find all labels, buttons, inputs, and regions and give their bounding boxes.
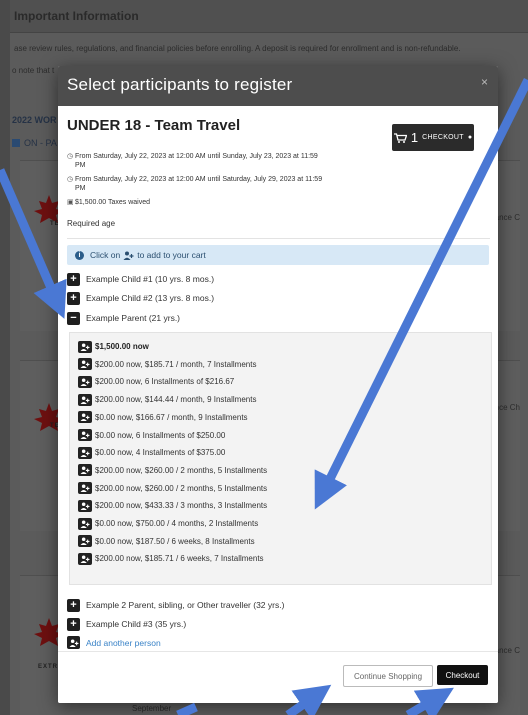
add-user-icon[interactable] <box>78 499 92 512</box>
date-range-1: ◷ From Saturday, July 22, 2023 at 12:00 A… <box>67 152 337 170</box>
participant-row[interactable]: + Example Child #1 (10 yrs. 8 mos.) <box>67 272 214 286</box>
background-tab: ON - PA <box>12 138 57 148</box>
background-year-label: 2022 WOR <box>12 115 57 125</box>
modal-title: Select participants to register <box>67 75 293 94</box>
participant-row[interactable]: + Example Child #2 (13 yrs. 8 mos.) <box>67 291 214 305</box>
taxes-text: $1,500.00 Taxes waived <box>75 199 150 206</box>
background-footer-text: September <box>132 704 172 713</box>
installment-label: $0.00 now, $166.67 / month, 9 Installmen… <box>95 412 248 422</box>
money-icon: ▣ <box>67 199 74 206</box>
modal-body: UNDER 18 - Team Travel 1 CHECKOUT ● ◷ Fro… <box>58 106 498 652</box>
continue-shopping-button[interactable]: Continue Shopping <box>343 665 433 687</box>
expand-icon[interactable]: + <box>67 291 80 305</box>
expand-icon[interactable]: + <box>67 617 80 631</box>
participant-label: Example Child #2 (13 yrs. 8 mos.) <box>86 293 215 303</box>
collapse-icon[interactable]: − <box>67 311 80 325</box>
cart-checkout-button[interactable]: 1 CHECKOUT ● <box>392 124 474 151</box>
add-user-icon[interactable] <box>78 482 92 495</box>
installment-label: $1,500.00 now <box>95 342 149 351</box>
hint-prefix: Click on <box>90 250 121 260</box>
hint-bar: i Click on to add to your cart <box>67 245 489 265</box>
hint-suffix: to add to your cart <box>137 250 206 260</box>
required-age: Required age <box>67 219 116 228</box>
participant-label: Example Child #3 (35 yrs.) <box>86 619 187 629</box>
installment-option[interactable]: $0.00 now, $187.50 / 6 weeks, 8 Installm… <box>78 535 255 548</box>
installment-label: $200.00 now, $433.33 / 3 months, 3 Insta… <box>95 501 268 511</box>
background-header-title: Important Information <box>14 9 139 23</box>
add-user-icon[interactable] <box>78 375 92 388</box>
installment-label: $200.00 now, $260.00 / 2 months, 5 Insta… <box>95 465 268 475</box>
installment-option[interactable]: $200.00 now, $433.33 / 3 months, 3 Insta… <box>78 499 267 512</box>
installment-label: $0.00 now, 6 Installments of $250.00 <box>95 430 226 440</box>
add-user-icon[interactable] <box>78 535 92 548</box>
add-user-icon[interactable] <box>78 552 92 565</box>
add-user-icon[interactable] <box>78 429 92 441</box>
taxes-row: ▣$1,500.00 Taxes waived <box>67 198 337 207</box>
info-icon: i <box>75 250 84 260</box>
add-user-icon[interactable] <box>78 358 92 371</box>
participant-row[interactable]: + Example 2 Parent, sibling, or Other tr… <box>67 598 284 612</box>
participant-label: Example Parent (21 yrs.) <box>86 313 181 323</box>
register-modal: Select participants to register × UNDER … <box>58 66 498 703</box>
date-range-text: From Saturday, July 22, 2023 at 12:00 AM… <box>75 153 318 169</box>
participant-label: Example Child #1 (10 yrs. 8 mos.) <box>86 274 215 284</box>
cart-count: 1 <box>410 130 419 145</box>
expand-icon[interactable]: + <box>67 272 80 286</box>
close-button[interactable]: × <box>481 75 488 89</box>
event-title: UNDER 18 - Team Travel <box>67 117 241 134</box>
date-range-text: From Saturday, July 22, 2023 at 12:00 AM… <box>75 176 323 192</box>
checkout-label: CHECKOUT <box>422 134 464 141</box>
modal-footer: Continue Shopping Checkout <box>58 651 498 703</box>
add-user-icon[interactable] <box>78 393 92 406</box>
installment-option[interactable]: $200.00 now, 6 Installments of $216.67 <box>78 375 234 388</box>
expand-icon[interactable]: + <box>67 598 80 612</box>
installment-label: $200.00 now, $144.44 / month, 9 Installm… <box>95 395 257 405</box>
add-user-icon[interactable] <box>78 517 92 530</box>
installment-option[interactable]: $0.00 now, 6 Installments of $250.00 <box>78 429 225 442</box>
arrow-circle-icon: ● <box>467 134 473 141</box>
background-header: Important Information <box>10 0 528 33</box>
installment-label: $0.00 now, 4 Installments of $375.00 <box>95 448 226 458</box>
add-user-icon[interactable] <box>78 446 92 459</box>
installment-option[interactable]: $0.00 now, $166.67 / month, 9 Installmen… <box>78 411 248 424</box>
add-another-person-link[interactable]: Add another person <box>67 636 161 649</box>
installment-option[interactable]: $200.00 now, $185.71 / month, 7 Installm… <box>78 358 256 371</box>
installment-option[interactable]: $200.00 now, $144.44 / month, 9 Installm… <box>78 393 256 406</box>
installment-options-panel: $1,500.00 now $200.00 now, $185.71 / mont… <box>69 332 492 585</box>
cart-icon <box>393 132 407 143</box>
add-another-label: Add another person <box>86 637 161 648</box>
modal-header: Select participants to register × <box>58 66 498 106</box>
installment-option[interactable]: $200.00 now, $260.00 / 2 months, 5 Insta… <box>78 464 267 477</box>
background-policy-text: ase review rules, regulations, and finan… <box>14 44 461 53</box>
participant-row-expanded[interactable]: − Example Parent (21 yrs.) <box>67 311 180 325</box>
checkout-button[interactable]: Checkout <box>437 665 488 685</box>
clock-icon: ◷ <box>67 176 74 183</box>
installment-label: $0.00 now, $750.00 / 4 months, 2 Install… <box>95 519 259 528</box>
background-logo-text: EXTR <box>38 664 59 670</box>
installment-option[interactable]: $1,500.00 now <box>78 340 149 353</box>
participant-label: Example 2 Parent, sibling, or Other trav… <box>86 600 285 610</box>
installment-option[interactable]: $0.00 now, 4 Installments of $375.00 <box>78 446 225 459</box>
installment-option[interactable]: $0.00 now, $750.00 / 4 months, 2 Install… <box>78 517 258 530</box>
installment-label: $200.00 now, 6 Installments of $216.67 <box>95 377 235 387</box>
installment-option[interactable]: $200.00 now, $260.00 / 2 months, 5 Insta… <box>78 482 267 495</box>
divider <box>67 238 490 239</box>
participant-row[interactable]: + Example Child #3 (35 yrs.) <box>67 617 186 631</box>
add-user-icon <box>67 636 80 649</box>
add-user-icon[interactable] <box>78 464 92 477</box>
installment-label: $200.00 now, $185.71 / 6 weeks, 7 Instal… <box>95 554 264 564</box>
installment-label: $200.00 now, $185.71 / month, 7 Installm… <box>95 359 257 369</box>
add-user-icon[interactable] <box>78 340 92 353</box>
background-side-text: ance C <box>494 646 520 655</box>
background-note-text: o note that t <box>12 66 55 75</box>
add-user-icon <box>123 251 134 260</box>
installment-option[interactable]: $200.00 now, $185.71 / 6 weeks, 7 Instal… <box>78 552 264 565</box>
installment-label: $200.00 now, $260.00 / 2 months, 5 Insta… <box>95 483 268 493</box>
clock-icon: ◷ <box>67 153 74 160</box>
installment-label: $0.00 now, $187.50 / 6 weeks, 8 Installm… <box>95 536 255 546</box>
date-range-2: ◷ From Saturday, July 22, 2023 at 12:00 A… <box>67 175 337 193</box>
add-user-icon[interactable] <box>78 411 92 424</box>
